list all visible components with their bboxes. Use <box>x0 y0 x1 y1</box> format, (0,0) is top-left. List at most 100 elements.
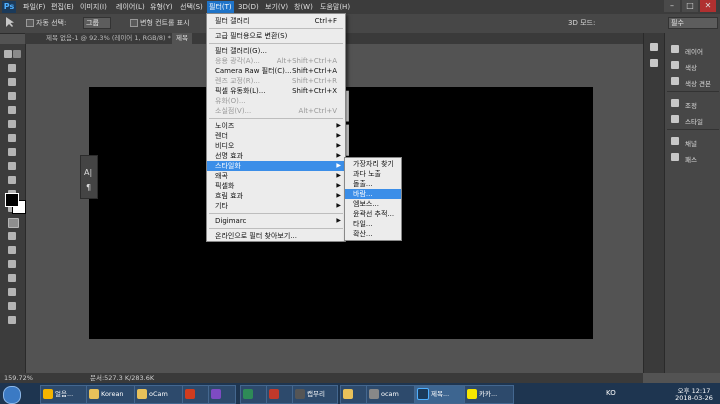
panel-layers-label[interactable]: 레이어 <box>685 46 703 56</box>
panel-swatches-label[interactable]: 색상 견본 <box>685 78 711 88</box>
artboard-icon[interactable] <box>13 50 21 58</box>
menu-filter[interactable]: 필터(T) <box>207 1 234 13</box>
quick-mask-icon[interactable] <box>8 218 19 228</box>
document-tab-1[interactable]: 제목 없음-1 @ 92.3% (레이어 1, RGB/8) * <box>42 33 175 44</box>
move-icon[interactable] <box>4 50 12 58</box>
type-icon[interactable] <box>8 260 16 268</box>
paths-icon[interactable] <box>671 153 679 161</box>
filter-menu-item[interactable]: Camera Raw 필터(C)... Shift+Ctrl+A <box>207 66 345 76</box>
filter-menu-item[interactable]: 왜곡 ▶ <box>207 171 345 181</box>
stylize-menu-item[interactable]: 돌출... <box>345 179 401 189</box>
layers-icon[interactable] <box>671 45 679 53</box>
language-indicator[interactable]: KO <box>606 389 616 397</box>
crop-icon[interactable] <box>8 106 16 114</box>
filter-menu-item[interactable]: 스타일화 ▶ <box>207 161 345 171</box>
properties-icon[interactable] <box>650 59 658 67</box>
stylize-menu-item[interactable]: 확산... <box>345 229 401 239</box>
taskbar-item-app[interactable] <box>208 385 236 404</box>
filter-menu-item[interactable]: 흐림 효과 ▶ <box>207 191 345 201</box>
auto-select-dropdown[interactable]: 그룹 <box>83 17 111 29</box>
taskbar-item-app[interactable] <box>240 385 268 404</box>
filter-menu-item[interactable]: 온라인으로 필터 찾아보기... <box>207 231 345 241</box>
auto-select-checkbox[interactable] <box>26 19 34 27</box>
menu-file[interactable]: 파일(F) <box>21 1 47 13</box>
clone-stamp-icon[interactable] <box>8 162 16 170</box>
menu-help[interactable]: 도움말(H) <box>318 1 352 13</box>
adjustments-icon[interactable] <box>671 99 679 107</box>
lasso-icon[interactable] <box>8 78 16 86</box>
foreground-color-swatch[interactable] <box>5 193 19 207</box>
taskbar-item-capture[interactable]: 캡무리 <box>292 385 338 404</box>
eyedropper-icon[interactable] <box>8 120 16 128</box>
filter-menu-item[interactable]: 노이즈 ▶ <box>207 121 345 131</box>
taskbar-item-app[interactable] <box>266 385 294 404</box>
stylize-menu-item[interactable]: 바람... <box>345 189 401 199</box>
start-button[interactable] <box>3 386 21 404</box>
filter-menu-item[interactable]: 필터 갤러리(G)... <box>207 46 345 56</box>
stylize-menu-item[interactable]: 과다 노출 <box>345 169 401 179</box>
filter-menu-item[interactable]: 비디오 ▶ <box>207 141 345 151</box>
quick-select-icon[interactable] <box>8 92 16 100</box>
taskbar-item-chrome[interactable]: 얼음... <box>40 385 88 404</box>
history-icon[interactable] <box>650 43 658 51</box>
pen-icon[interactable] <box>8 246 16 254</box>
document-tab-2[interactable]: 제목 <box>172 33 192 44</box>
maximize-button[interactable]: □ <box>682 0 698 12</box>
transform-checkbox[interactable] <box>130 19 138 27</box>
dodge-icon[interactable] <box>8 232 16 240</box>
color-icon[interactable] <box>671 61 679 69</box>
shape-icon[interactable] <box>8 288 16 296</box>
filter-menu-item[interactable]: 응용 광각(A)... Alt+Shift+Ctrl+A <box>207 56 345 66</box>
styles-icon[interactable] <box>671 115 679 123</box>
panel-styles-label[interactable]: 스타일 <box>685 116 703 126</box>
filter-menu-item[interactable]: 기타 ▶ <box>207 201 345 211</box>
zoom-icon[interactable] <box>8 316 16 324</box>
minimize-button[interactable]: – <box>664 0 680 12</box>
filter-menu-item[interactable]: Digimarc ▶ <box>207 216 345 226</box>
filter-menu-item[interactable]: 선명 효과 ▶ <box>207 151 345 161</box>
taskbar-item-folder[interactable] <box>340 385 368 404</box>
filter-menu-item[interactable]: 소실점(V)... Alt+Ctrl+V <box>207 106 345 116</box>
stylize-menu-item[interactable]: 가장자리 찾기 <box>345 159 401 169</box>
filter-menu-item[interactable]: 픽셀화 ▶ <box>207 181 345 191</box>
filter-menu-item[interactable]: 렌더 ▶ <box>207 131 345 141</box>
history-brush-icon[interactable] <box>8 176 16 184</box>
filter-menu-item[interactable]: 고급 필터용으로 변환(S) <box>207 31 345 41</box>
filter-menu-item[interactable]: 유화(O)... <box>207 96 345 106</box>
menu-type[interactable]: 유형(Y) <box>148 1 175 13</box>
close-button[interactable]: ✕ <box>700 0 716 12</box>
menu-select[interactable]: 선택(S) <box>178 1 205 13</box>
taskbar-item-photoshop[interactable]: 제목... <box>414 385 466 404</box>
workspace-dropdown[interactable]: 필수 <box>668 17 718 29</box>
panel-color-label[interactable]: 색상 <box>685 62 697 72</box>
filter-menu-item[interactable]: 렌즈 교정(R)... Shift+Ctrl+R <box>207 76 345 86</box>
menu-3d[interactable]: 3D(D) <box>236 1 261 13</box>
path-select-icon[interactable] <box>8 274 16 282</box>
hand-icon[interactable] <box>8 302 16 310</box>
menu-image[interactable]: 이미지(I) <box>78 1 109 13</box>
filter-menu-item[interactable]: 필터 갤러리 Ctrl+F <box>207 16 345 26</box>
stylize-menu-item[interactable]: 윤곽선 추적... <box>345 209 401 219</box>
stylize-menu-item[interactable]: 타일... <box>345 219 401 229</box>
zoom-level[interactable]: 159.72% <box>4 373 33 383</box>
panel-paths-label[interactable]: 패스 <box>685 154 697 164</box>
panel-channels-label[interactable]: 채널 <box>685 138 697 148</box>
menu-edit[interactable]: 편집(E) <box>49 1 76 13</box>
taskbar-item-korean[interactable]: Korean <box>86 385 136 404</box>
brush-icon[interactable] <box>8 148 16 156</box>
menu-layer[interactable]: 레이어(L) <box>114 1 147 13</box>
menu-view[interactable]: 보기(V) <box>263 1 290 13</box>
clock-date[interactable]: 2018-03-26 <box>672 394 716 402</box>
taskbar-item-illustrator[interactable] <box>182 385 210 404</box>
filter-menu-item[interactable]: 픽셀 유동화(L)... Shift+Ctrl+X <box>207 86 345 96</box>
menu-window[interactable]: 창(W) <box>292 1 315 13</box>
channels-icon[interactable] <box>671 137 679 145</box>
taskbar-item-ocam-folder[interactable]: oCam <box>134 385 184 404</box>
paragraph-icon[interactable]: ¶ <box>86 183 91 192</box>
marquee-icon[interactable] <box>8 64 16 72</box>
healing-brush-icon[interactable] <box>8 134 16 142</box>
taskbar-item-ocam[interactable]: ocam <box>366 385 416 404</box>
swatches-icon[interactable] <box>671 77 679 85</box>
taskbar-item-kakao[interactable]: 카카... <box>464 385 514 404</box>
stylize-menu-item[interactable]: 엠보스... <box>345 199 401 209</box>
